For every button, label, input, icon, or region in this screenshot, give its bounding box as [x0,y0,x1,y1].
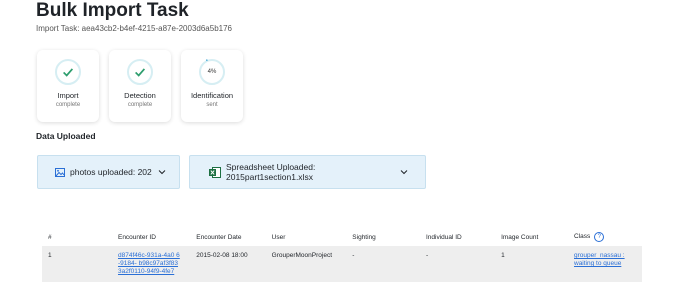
cell-class: grouper_nassau : waiting to queue [568,246,642,282]
col-header-number: # [48,233,52,241]
col-header-sighting[interactable]: Sighting [346,228,420,246]
photos-uploaded-dropdown[interactable]: photos uploaded: 202 [37,155,180,189]
data-uploaded-heading: Data Uploaded [36,131,96,141]
spreadsheet-uploaded-label: Spreadsheet Uploaded: 2015part1section1.… [226,162,316,182]
photos-uploaded-label: photos uploaded: 202 [70,167,152,177]
cell-sighting: - [346,246,420,282]
detection-status-card: Detection complete [109,50,171,122]
cell-encounter-id: d874f46c-931a-4a0 6-9184- b98c97af3f83 3… [111,246,191,282]
encounter-id-link[interactable]: d874f46c-931a-4a0 6-9184- b98c97af3f83 3… [118,252,180,276]
class-status-link[interactable]: grouper_nassau : waiting to queue [574,252,636,268]
col-header-user[interactable]: User [266,228,347,246]
col-header-individual-id[interactable]: Individual ID [420,228,495,246]
cell-image-count: 1 [495,246,568,282]
progress-arc-icon [205,59,208,61]
cell-individual-id: - [419,246,496,282]
help-icon[interactable]: ? [594,232,605,242]
import-check-icon [55,59,81,85]
encounters-table: # Encounter ID Encounter Date User Sight… [42,228,642,282]
cell-number: 1 [42,246,112,282]
detection-check-icon [127,59,153,85]
identification-status-text: sent [206,102,218,108]
class-header-label: Class [574,233,591,240]
col-header-class[interactable]: Class? [568,228,642,246]
identification-progress-ring: 4% [199,59,225,85]
page-title: Bulk Import Task [36,0,189,21]
excel-file-icon [209,166,221,178]
import-status-text: complete [55,102,81,108]
detection-status-text: complete [127,102,153,108]
identification-status-card: 4% Identification sent [181,50,243,122]
table-header-row: # Encounter ID Encounter Date User Sight… [42,228,642,246]
import-label: Import [57,91,79,100]
cell-encounter-date: 2015-02-08 18:00 [190,246,266,282]
chevron-down-icon [400,169,408,175]
detection-label: Detection [124,91,156,100]
col-header-encounter-id[interactable]: Encounter ID [112,228,190,246]
image-icon [55,167,65,177]
identification-label: Identification [190,91,234,100]
col-header-image-count[interactable]: Image Count [495,228,568,246]
import-status-card: Import complete [37,50,99,122]
spreadsheet-uploaded-dropdown[interactable]: Spreadsheet Uploaded: 2015part1section1.… [189,155,426,189]
import-task-id: Import Task: aea43cb2-b4ef-4215-a87e-200… [36,24,232,33]
table-row[interactable]: 1 d874f46c-931a-4a0 6-9184- b98c97af3f83… [42,246,642,282]
chevron-down-icon [158,169,166,175]
col-header-encounter-date[interactable]: Encounter Date [190,228,265,246]
cell-user: GrouperMoonProject [265,246,347,282]
